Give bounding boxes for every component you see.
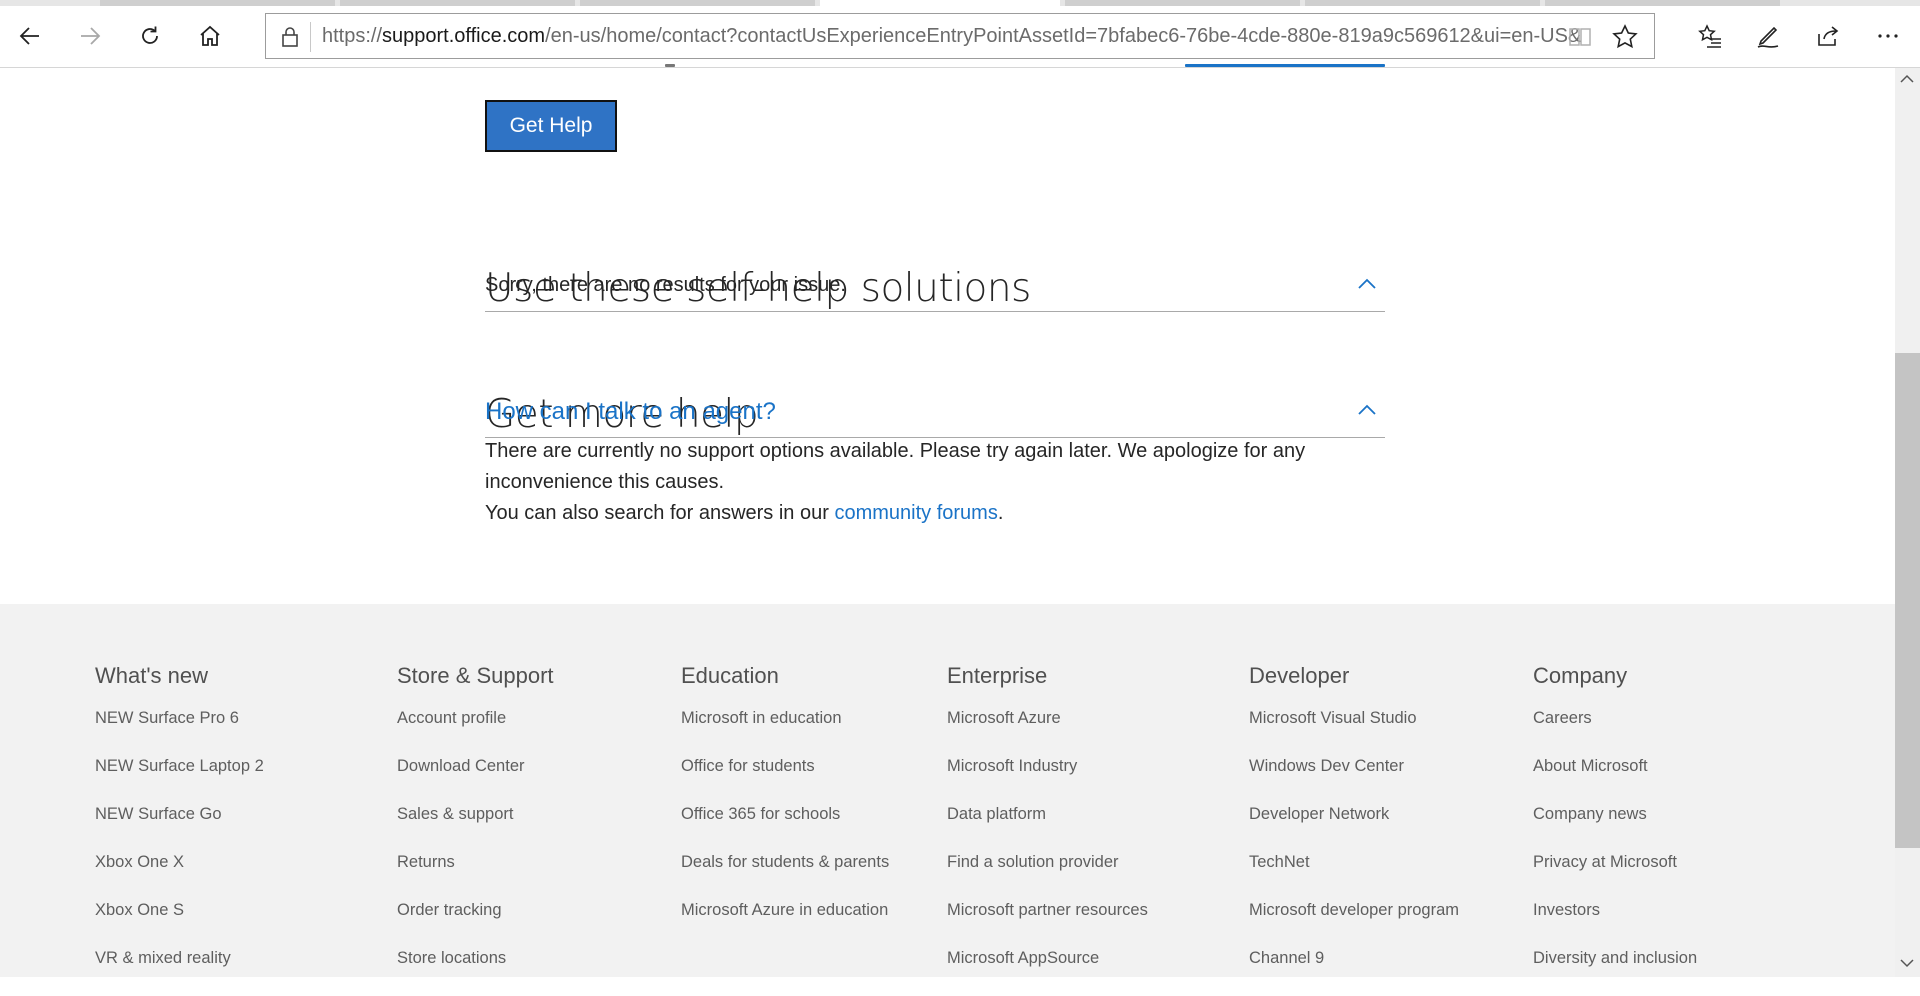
footer-column-title: Store & Support (397, 663, 554, 688)
clipped-text-above (485, 56, 1385, 76)
footer-link[interactable]: Store locations (397, 948, 554, 996)
search-forums-suffix: . (997, 502, 1004, 524)
footer-link[interactable]: NEW Surface Pro 6 (95, 708, 264, 756)
url-host: support.office.com (382, 25, 546, 47)
footer-link[interactable]: Microsoft Visual Studio (1249, 708, 1459, 756)
favorites-list-icon (1698, 24, 1721, 48)
footer-column-title: Education (681, 663, 779, 688)
footer-link[interactable]: Deals for students & parents (681, 852, 889, 900)
favorite-star-icon[interactable] (1612, 24, 1638, 50)
footer-column-whats-new: What's new NEW Surface Pro 6 NEW Surface… (95, 662, 264, 996)
forward-arrow-icon (81, 27, 101, 45)
scrollbar-thumb[interactable] (1895, 353, 1920, 848)
notes-button[interactable] (1748, 16, 1788, 56)
footer-link[interactable]: Microsoft Industry (947, 756, 1148, 804)
share-button[interactable] (1808, 16, 1848, 56)
url-path: /en-us/home/contact?contactUsExperienceE… (545, 25, 1582, 47)
footer-link[interactable]: Office 365 for schools (681, 804, 889, 852)
address-bar[interactable]: https://support.office.com/en-us/home/co… (265, 13, 1655, 59)
footer-link[interactable]: Returns (397, 852, 554, 900)
footer-link[interactable]: Data platform (947, 804, 1148, 852)
share-icon (1818, 26, 1839, 46)
search-forums-text: You can also search for answers in our c… (485, 498, 1003, 529)
main-content: Get Help Use these self-help solutions S… (0, 64, 1895, 604)
footer-link[interactable]: Find a solution provider (947, 852, 1148, 900)
footer-link[interactable]: NEW Surface Go (95, 804, 264, 852)
footer-link[interactable]: Company news (1533, 804, 1697, 852)
footer-link[interactable]: Xbox One X (95, 852, 264, 900)
footer-link[interactable]: Windows Dev Center (1249, 756, 1459, 804)
footer-column-title: What's new (95, 663, 209, 688)
no-options-text-line1: There are currently no support options a… (485, 440, 1306, 462)
more-button[interactable] (1868, 16, 1908, 56)
more-icon (1878, 34, 1898, 38)
footer-column-title: Developer (1249, 663, 1350, 688)
footer-link[interactable]: Developer Network (1249, 804, 1459, 852)
vertical-scrollbar[interactable] (1895, 68, 1920, 977)
refresh-button[interactable] (130, 16, 170, 56)
chevron-up-icon[interactable] (1357, 278, 1377, 290)
footer-link[interactable]: Xbox One S (95, 900, 264, 948)
scroll-up-icon[interactable] (1900, 74, 1914, 84)
pen-icon (1757, 26, 1779, 48)
footer-link[interactable]: NEW Surface Laptop 2 (95, 756, 264, 804)
footer-link[interactable]: TechNet (1249, 852, 1459, 900)
footer-link[interactable]: Microsoft Azure in education (681, 900, 889, 948)
footer-link[interactable]: About Microsoft (1533, 756, 1697, 804)
address-separator (310, 22, 311, 52)
footer-link[interactable]: Office for students (681, 756, 889, 804)
footer-link[interactable]: Diversity and inclusion (1533, 948, 1697, 996)
chevron-up-icon[interactable] (1357, 404, 1377, 416)
footer-link[interactable]: Order tracking (397, 900, 554, 948)
scroll-down-icon[interactable] (1900, 958, 1914, 968)
url-scheme: https:// (322, 25, 383, 47)
footer-column-company: Company Careers About Microsoft Company … (1533, 662, 1697, 996)
footer-column-store-support: Store & Support Account profile Download… (397, 662, 554, 996)
site-footer: What's new NEW Surface Pro 6 NEW Surface… (0, 604, 1895, 977)
favorites-button[interactable] (1690, 16, 1730, 56)
footer-link[interactable]: Careers (1533, 708, 1697, 756)
no-options-text-line2: inconvenience this causes. (485, 471, 725, 493)
footer-link[interactable]: Investors (1533, 900, 1697, 948)
footer-link[interactable]: Sales & support (397, 804, 554, 852)
search-forums-prefix: You can also search for answers in our (485, 502, 835, 524)
community-forums-link[interactable]: community forums (834, 502, 997, 524)
footer-column-title: Enterprise (947, 663, 1048, 688)
footer-link[interactable]: Privacy at Microsoft (1533, 852, 1697, 900)
footer-link[interactable]: Microsoft AppSource (947, 948, 1148, 996)
footer-link[interactable]: Microsoft Azure (947, 708, 1148, 756)
footer-column-education: Education Microsoft in education Office … (681, 662, 889, 948)
footer-link[interactable]: Download Center (397, 756, 554, 804)
back-button[interactable] (10, 16, 50, 56)
footer-link[interactable]: Channel 9 (1249, 948, 1459, 996)
refresh-icon (142, 26, 158, 44)
lock-icon (282, 27, 298, 47)
get-help-button[interactable]: Get Help (485, 100, 617, 152)
footer-link[interactable]: VR & mixed reality (95, 948, 264, 996)
footer-link[interactable]: Microsoft developer program (1249, 900, 1459, 948)
footer-link[interactable]: Microsoft in education (681, 708, 889, 756)
talk-to-agent-link[interactable]: How can I talk to an agent? (485, 398, 776, 426)
no-results-text: Sorry, there are no results for your iss… (485, 274, 846, 296)
url-text[interactable]: https://support.office.com/en-us/home/co… (322, 14, 1622, 58)
back-arrow-icon (19, 27, 39, 45)
footer-column-enterprise: Enterprise Microsoft Azure Microsoft Ind… (947, 662, 1148, 996)
home-icon (200, 25, 220, 46)
footer-link[interactable]: Microsoft partner resources (947, 900, 1148, 948)
footer-column-title: Company (1533, 663, 1628, 688)
footer-column-developer: Developer Microsoft Visual Studio Window… (1249, 662, 1459, 996)
home-button[interactable] (190, 16, 230, 56)
footer-link[interactable]: Account profile (397, 708, 554, 756)
forward-button[interactable] (70, 16, 110, 56)
reading-view-icon[interactable] (1568, 26, 1592, 48)
